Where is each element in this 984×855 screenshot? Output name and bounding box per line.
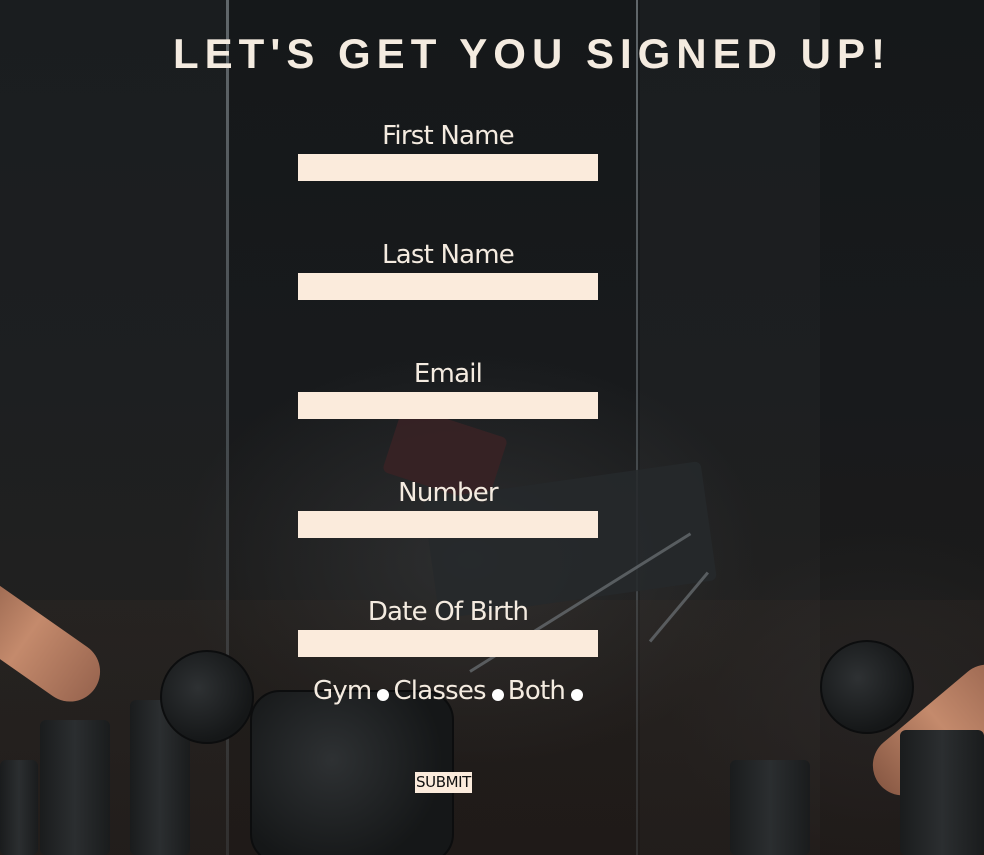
dumbbell-left-top (160, 650, 254, 744)
last-name-field: Last Name (298, 237, 598, 356)
first-name-input[interactable] (298, 154, 598, 181)
radio-dot-icon[interactable] (491, 689, 504, 701)
dumbbell-plate-left-3 (0, 760, 38, 855)
last-name-input[interactable] (298, 273, 598, 300)
date-of-birth-label: Date Of Birth (367, 597, 529, 627)
last-name-label: Last Name (382, 240, 515, 270)
date-of-birth-input[interactable] (298, 630, 598, 657)
first-name-label: First Name (382, 121, 514, 151)
dumbbell-right-top (820, 640, 914, 734)
number-field: Number (298, 475, 598, 594)
radio-dot-icon[interactable] (571, 689, 584, 701)
submit-button[interactable]: SUBMIT (415, 772, 472, 793)
option-classes-label: Classes (393, 676, 486, 706)
page-title: LET'S GET YOU SIGNED UP! (173, 30, 891, 77)
option-gym[interactable]: Gym (312, 676, 390, 706)
dumbbell-plate-right-1 (730, 760, 810, 855)
email-input[interactable] (298, 392, 598, 419)
email-label: Email (413, 359, 483, 389)
option-classes[interactable]: Classes (393, 676, 504, 706)
first-name-field: First Name (298, 118, 598, 237)
radio-dot-icon[interactable] (377, 689, 390, 701)
membership-options: Gym Classes Both (298, 676, 598, 706)
email-field: Email (298, 356, 598, 475)
option-both[interactable]: Both (507, 676, 584, 706)
signup-form: First Name Last Name Email Number Date O… (298, 118, 598, 713)
number-label: Number (398, 478, 498, 508)
option-gym-label: Gym (312, 676, 372, 706)
option-both-label: Both (507, 676, 566, 706)
dumbbell-plate-right-2 (900, 730, 984, 855)
number-input[interactable] (298, 511, 598, 538)
dumbbell-plate-left-1 (40, 720, 110, 855)
